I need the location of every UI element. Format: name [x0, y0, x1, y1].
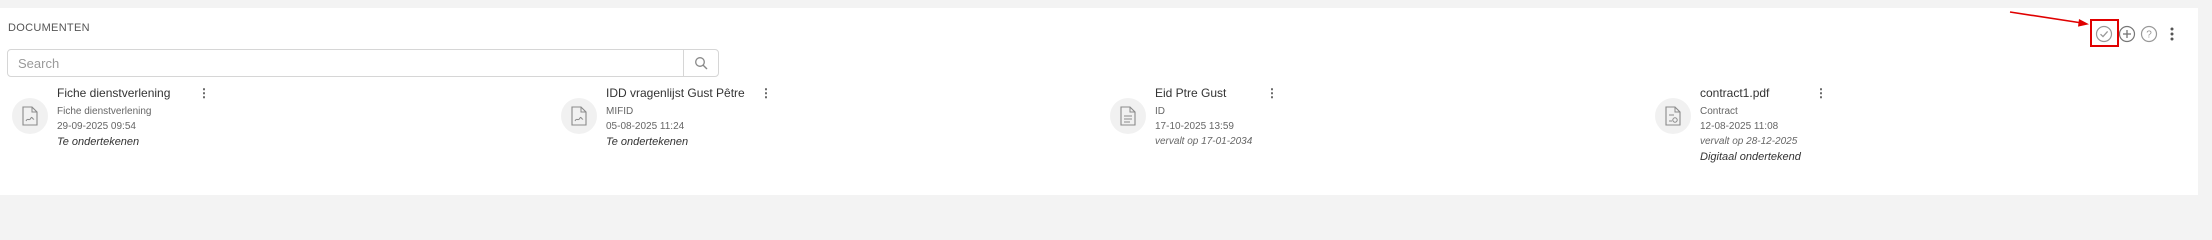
annotation-arrow: [2009, 11, 2089, 27]
document-title[interactable]: contract1.pdf: [1700, 86, 1769, 100]
document-status: Digitaal ondertekend: [1700, 151, 1801, 163]
document-file-icon: [1110, 98, 1146, 134]
document-item[interactable]: IDD vragenlijst Gust Pêtre ⋮ MIFID 05-08…: [561, 84, 1081, 154]
document-type: Contract: [1700, 106, 1738, 117]
document-signature-icon: [561, 98, 597, 134]
document-expiry: vervalt op 28-12-2025: [1700, 136, 1798, 147]
document-title[interactable]: Fiche dienstverlening: [57, 86, 170, 100]
document-status: Te ondertekenen: [606, 136, 689, 148]
document-date: 29-09-2025 09:54: [57, 121, 136, 132]
document-type: MIFID: [606, 106, 634, 117]
document-date: 12-08-2025 11:08: [1700, 121, 1779, 132]
document-title[interactable]: IDD vragenlijst Gust Pêtre: [606, 86, 745, 100]
document-menu-icon[interactable]: ⋮: [1266, 86, 1278, 100]
document-title[interactable]: Eid Ptre Gust: [1155, 86, 1226, 100]
documents-panel: DOCUMENTEN ?: [0, 8, 2198, 195]
document-item[interactable]: contract1.pdf ⋮ Contract 12-08-2025 11:0…: [1655, 84, 2175, 163]
document-menu-icon[interactable]: ⋮: [760, 86, 772, 100]
document-status: Te ondertekenen: [57, 136, 140, 148]
document-contract-icon: [1655, 98, 1691, 134]
document-date: 05-08-2025 11:24: [606, 121, 685, 132]
document-date: 17-10-2025 13:59: [1155, 121, 1234, 132]
document-signature-icon: [12, 98, 48, 134]
document-menu-icon[interactable]: ⋮: [198, 86, 210, 100]
annotation-highlight-box: [2090, 19, 2119, 47]
document-type: ID: [1155, 106, 1165, 117]
document-item[interactable]: Eid Ptre Gust ⋮ ID 17-10-2025 13:59 verv…: [1110, 84, 1650, 154]
document-type: Fiche dienstverlening: [57, 106, 152, 117]
document-menu-icon[interactable]: ⋮: [1815, 86, 1827, 100]
document-expiry: vervalt op 17-01-2034: [1155, 136, 1253, 147]
document-item[interactable]: Fiche dienstverlening ⋮ Fiche dienstverl…: [12, 84, 572, 154]
